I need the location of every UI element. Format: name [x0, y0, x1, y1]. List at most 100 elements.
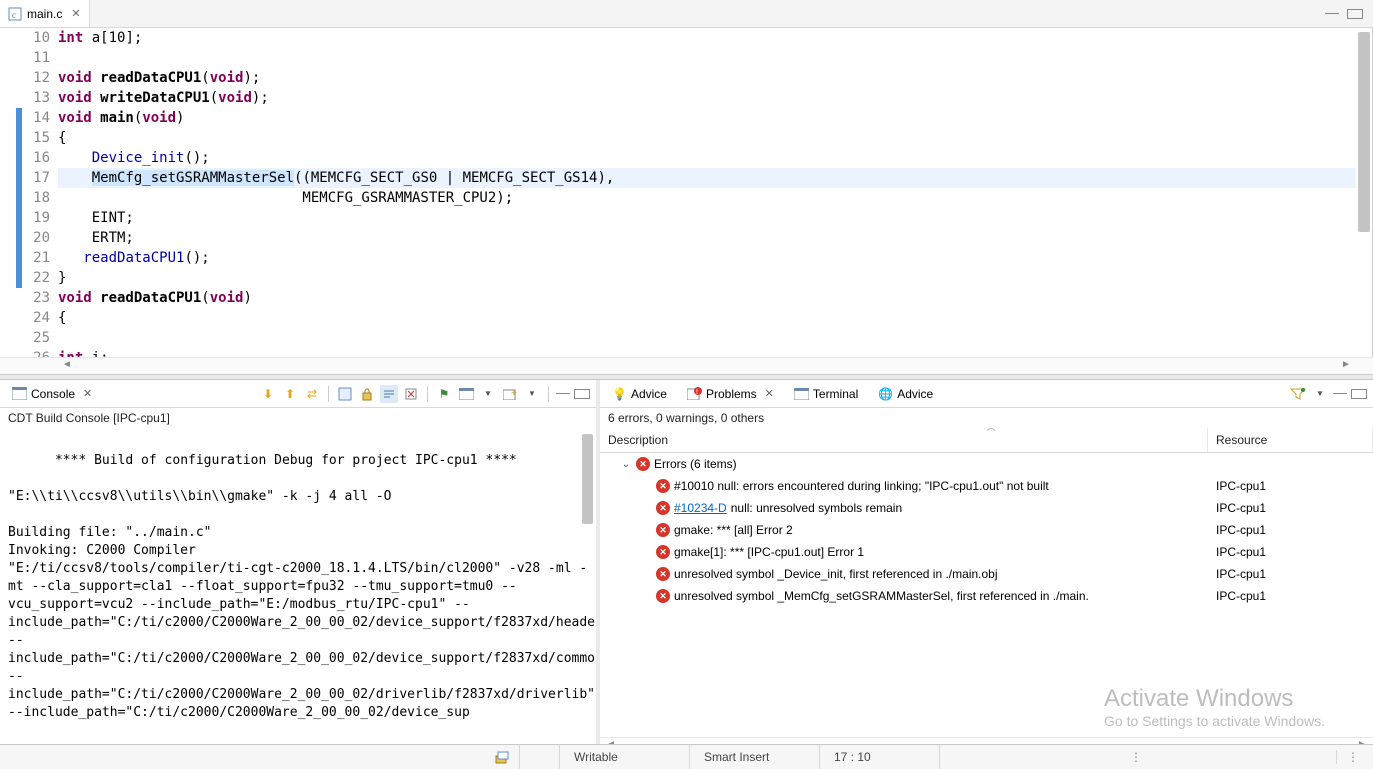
problem-resource: IPC-cpu1	[1208, 545, 1373, 559]
line-number-gutter: 1011121314151617181920212223242526	[0, 28, 58, 357]
problem-row[interactable]: ✕ #10010 null: errors encountered during…	[600, 479, 1208, 493]
problem-row[interactable]: ✕ unresolved symbol _Device_init, first …	[600, 567, 1208, 581]
minimize-icon[interactable]	[1325, 13, 1339, 14]
console-view: Console ✕ ⬇ ⬆ ⇄ ⚑ ▼ + ▼	[0, 380, 600, 754]
code-editor[interactable]: 1011121314151617181920212223242526 int a…	[0, 28, 1373, 357]
svg-text:!: !	[696, 389, 698, 396]
problems-table: ︿ Description Resource ⌄✕ Errors (6 item…	[600, 428, 1373, 754]
swap-icon[interactable]: ⇄	[303, 385, 321, 403]
dropdown-icon[interactable]: ▼	[523, 385, 541, 403]
editor-horizontal-scrollbar[interactable]: ◄ ►	[0, 357, 1373, 374]
close-icon[interactable]: ✕	[765, 387, 774, 400]
code-area[interactable]: int a[10];void readDataCPU1(void);void w…	[58, 28, 1356, 357]
build-status-icon[interactable]	[495, 750, 511, 764]
problem-row[interactable]: ✕ unresolved symbol _MemCfg_setGSRAMMast…	[600, 589, 1208, 603]
tab-console[interactable]: Console ✕	[6, 385, 98, 403]
error-icon: ✕	[656, 479, 670, 493]
open-console-icon[interactable]: +	[501, 385, 519, 403]
filter-icon[interactable]	[1289, 385, 1307, 403]
tab-advice-1[interactable]: 💡 Advice	[606, 385, 673, 403]
close-icon[interactable]: ✕	[71, 7, 80, 20]
error-icon: ✕	[656, 523, 670, 537]
bulb-icon: 💡	[612, 387, 627, 401]
problems-rows: ⌄✕ Errors (6 items)✕ #10010 null: errors…	[600, 453, 1373, 737]
scrollbar-thumb[interactable]	[1358, 32, 1370, 232]
dropdown-icon[interactable]: ▼	[1311, 385, 1329, 403]
problems-summary: 6 errors, 0 warnings, 0 others	[600, 408, 1373, 428]
error-icon: ✕	[656, 501, 670, 515]
problems-tab-bar: 💡 Advice ! Problems ✕ Terminal 🌐 Advice	[600, 380, 1373, 408]
c-file-icon: c	[8, 7, 22, 21]
chevron-down-icon[interactable]: ⌄	[620, 459, 632, 470]
maximize-icon[interactable]	[1347, 9, 1363, 19]
save-console-icon[interactable]	[336, 385, 354, 403]
editor-tab-bar: c main.c ✕	[0, 0, 1373, 28]
status-cell-build	[0, 745, 520, 769]
console-subtitle: CDT Build Console [IPC-cpu1]	[0, 408, 596, 428]
console-output[interactable]: **** Build of configuration Debug for pr…	[0, 428, 596, 754]
editor-window-controls	[1325, 0, 1373, 27]
close-icon[interactable]: ✕	[83, 387, 92, 400]
wrap-icon[interactable]	[380, 385, 398, 403]
editor-vertical-scrollbar[interactable]	[1356, 28, 1373, 357]
status-menu-1[interactable]: ⋮	[1120, 750, 1156, 764]
column-description[interactable]: Description	[600, 428, 1208, 452]
problems-icon: !	[687, 387, 702, 400]
problem-row[interactable]: ✕ #10234-D null: unresolved symbols rema…	[600, 501, 1208, 515]
problem-resource: IPC-cpu1	[1208, 567, 1373, 581]
minimize-icon[interactable]	[556, 393, 570, 394]
tab-problems-label: Problems	[706, 387, 757, 401]
status-bar: Writable Smart Insert 17 : 10 ⋮ ⋮	[0, 744, 1373, 769]
maximize-icon[interactable]	[574, 389, 590, 399]
error-link[interactable]: #10234-D	[674, 501, 727, 515]
arrow-up-icon[interactable]: ⬆	[281, 385, 299, 403]
tab-problems[interactable]: ! Problems ✕	[681, 385, 780, 403]
globe-icon: 🌐	[878, 387, 893, 401]
problem-resource: IPC-cpu1	[1208, 479, 1373, 493]
status-writable: Writable	[560, 745, 690, 769]
console-text: **** Build of configuration Debug for pr…	[8, 453, 596, 720]
arrow-down-icon[interactable]: ⬇	[259, 385, 277, 403]
problem-row[interactable]: ✕ gmake[1]: *** [IPC-cpu1.out] Error 1	[600, 545, 1208, 559]
scroll-left-icon[interactable]: ◄	[60, 359, 74, 373]
lower-panes: Console ✕ ⬇ ⬆ ⇄ ⚑ ▼ + ▼	[0, 380, 1373, 754]
problems-toolbar: ▼	[1289, 385, 1367, 403]
status-cursor-pos: 17 : 10	[820, 745, 940, 769]
problem-resource: IPC-cpu1	[1208, 523, 1373, 537]
tab-console-label: Console	[31, 387, 75, 401]
column-resource[interactable]: Resource	[1208, 428, 1373, 452]
scrollbar-thumb[interactable]	[582, 434, 593, 524]
console-toolbar: ⬇ ⬆ ⇄ ⚑ ▼ + ▼	[259, 385, 590, 403]
console-vertical-scrollbar[interactable]	[581, 434, 594, 748]
tab-terminal[interactable]: Terminal	[788, 385, 864, 403]
minimize-icon[interactable]	[1333, 393, 1347, 394]
editor-tab-main-c[interactable]: c main.c ✕	[0, 0, 90, 27]
problem-resource: IPC-cpu1	[1208, 589, 1373, 603]
problem-resource: IPC-cpu1	[1208, 501, 1373, 515]
display-console-icon[interactable]	[457, 385, 475, 403]
tab-advice-2[interactable]: 🌐 Advice	[872, 385, 939, 403]
error-icon: ✕	[656, 545, 670, 559]
problem-row[interactable]: ✕ gmake: *** [all] Error 2	[600, 523, 1208, 537]
clear-console-icon[interactable]	[402, 385, 420, 403]
svg-text:c: c	[12, 10, 16, 20]
maximize-icon[interactable]	[1351, 389, 1367, 399]
lock-scroll-icon[interactable]	[358, 385, 376, 403]
status-insert-mode: Smart Insert	[690, 745, 820, 769]
tab-terminal-label: Terminal	[813, 387, 858, 401]
error-icon: ✕	[656, 567, 670, 581]
tab-advice-label: Advice	[631, 387, 667, 401]
error-icon: ✕	[636, 457, 650, 471]
sort-caret-icon[interactable]: ︿	[987, 428, 996, 433]
editor-tab-label: main.c	[27, 7, 62, 21]
pin-console-icon[interactable]: ⚑	[435, 385, 453, 403]
problems-view: 💡 Advice ! Problems ✕ Terminal 🌐 Advice	[600, 380, 1373, 754]
status-menu-2[interactable]: ⋮	[1336, 750, 1373, 764]
dropdown-icon[interactable]: ▼	[479, 385, 497, 403]
scroll-right-icon[interactable]: ►	[1339, 359, 1353, 373]
error-icon: ✕	[656, 589, 670, 603]
tab-advice-label: Advice	[897, 387, 933, 401]
svg-text:+: +	[511, 388, 517, 399]
status-cell-spacer	[520, 745, 560, 769]
problems-group-errors[interactable]: ⌄✕ Errors (6 items)	[600, 457, 1208, 471]
